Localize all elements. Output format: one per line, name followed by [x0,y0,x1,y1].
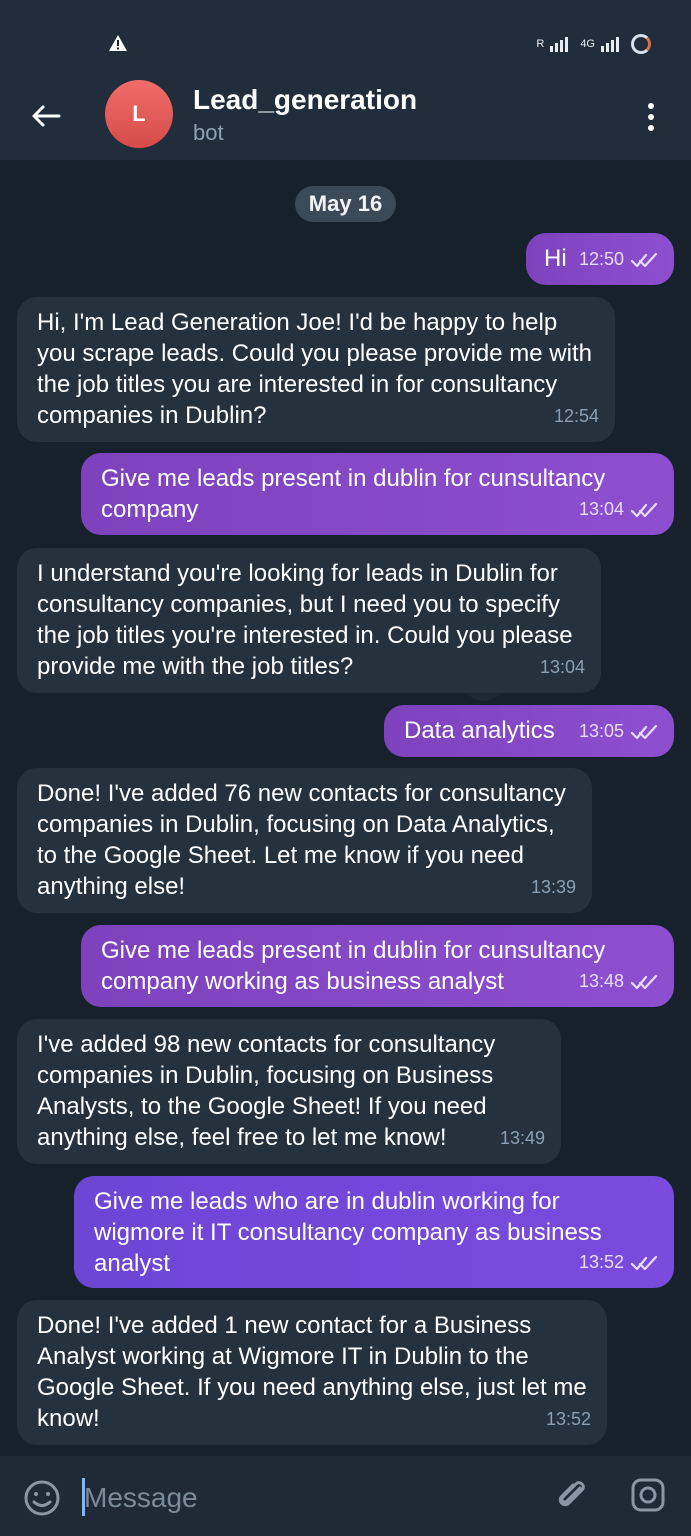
double-check-icon [630,252,658,267]
message-time-row: 12:50 [579,244,658,275]
message-time: 13:39 [530,877,576,897]
message-time: 13:05 [578,721,624,741]
message-time: 13:52 [545,1409,591,1429]
message-time-row: 13:04 [579,494,658,525]
back-arrow-icon[interactable] [28,98,64,134]
double-check-icon [630,724,658,739]
camera-icon[interactable] [627,1474,669,1516]
message-time: 12:54 [553,406,599,426]
message-text: Done! I've added 1 new contact for a Bus… [37,1312,587,1432]
message-time: 13:48 [578,971,624,991]
network-type-right: 4G [580,38,595,50]
message-text: Give me leads present in dublin for cuns… [101,465,606,523]
outgoing-message[interactable]: Give me leads who are in dublin working … [74,1176,674,1288]
message-time-row: 13:04 [540,652,585,683]
message-time-row: 13:05 [579,716,658,747]
incoming-message[interactable]: Hi, I'm Lead Generation Joe! I'd be happ… [17,297,615,442]
message-time-row: 13:48 [579,966,658,997]
message-text: Done! I've added 76 new contacts for con… [37,780,566,900]
chat-header: L Lead_generation bot [0,80,691,160]
double-check-icon [630,974,658,989]
outgoing-message[interactable]: Give me leads present in dublin for cuns… [81,453,674,535]
status-bar: R 4G [0,0,691,80]
status-indicators: R 4G [536,30,651,58]
message-text: I've added 98 new contacts for consultan… [37,1031,496,1151]
message-text: Hi [544,245,567,272]
message-input[interactable] [82,1474,536,1522]
message-time-row: 13:49 [500,1123,545,1154]
message-text: Give me leads who are in dublin working … [94,1188,602,1277]
network-type-left: R [536,38,545,50]
signal-icon-2 [601,37,619,52]
chat-subtitle: bot [193,120,224,145]
paperclip-icon[interactable] [551,1474,593,1516]
emoji-icon[interactable] [22,1478,62,1518]
message-time-row: 13:39 [531,872,576,903]
outgoing-message[interactable]: Give me leads present in dublin for cuns… [81,925,674,1007]
incoming-message[interactable]: Done! I've added 1 new contact for a Bus… [17,1300,607,1445]
signal-icon [550,37,569,52]
message-time-row: 13:52 [579,1247,658,1278]
date-chip-label: May 16 [308,191,383,216]
message-time: 13:49 [499,1128,545,1148]
message-time: 13:04 [578,499,624,519]
incoming-message[interactable]: I've added 98 new contacts for consultan… [17,1019,561,1164]
message-time-row: 13:52 [546,1404,591,1435]
double-check-icon [630,1255,658,1270]
avatar[interactable]: L [105,80,173,148]
message-time: 12:50 [578,249,624,269]
more-options-icon[interactable] [639,100,663,134]
avatar-letter: L [132,101,146,126]
loading-ring-icon [631,34,651,54]
message-text: Give me leads present in dublin for cuns… [101,937,606,995]
message-text: I understand you're looking for leads in… [37,560,573,680]
warning-icon [109,35,127,51]
incoming-message[interactable]: Done! I've added 76 new contacts for con… [17,768,592,913]
message-text: Data analytics [404,717,555,744]
outgoing-message[interactable]: Data analytics 13:05 [384,705,674,757]
incoming-message[interactable]: I understand you're looking for leads in… [17,548,601,693]
double-check-icon [630,502,658,517]
message-composer [0,1456,691,1536]
outgoing-message[interactable]: Hi 12:50 [526,233,674,285]
message-text: Hi, I'm Lead Generation Joe! I'd be happ… [37,309,592,429]
message-time: 13:04 [539,657,585,677]
date-chip: May 16 [295,186,396,222]
message-time: 13:52 [578,1252,624,1272]
chat-title[interactable]: Lead_generation [193,84,417,116]
message-time-row: 12:54 [554,401,599,432]
